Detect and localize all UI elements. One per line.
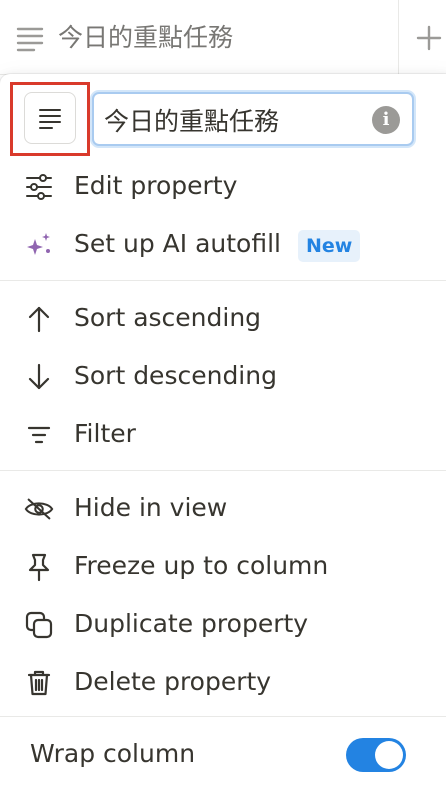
toggle-knob — [375, 741, 403, 769]
menu-divider — [0, 470, 446, 471]
delete-property-item[interactable]: Delete property — [0, 654, 446, 710]
column-separator — [398, 0, 399, 74]
menu-divider — [0, 716, 446, 717]
freeze-column-label: Freeze up to column — [74, 551, 329, 580]
wrap-column-label: Wrap column — [30, 739, 196, 768]
trash-icon — [24, 668, 54, 698]
sort-ascending-label: Sort ascending — [74, 303, 262, 332]
hide-in-view-label: Hide in view — [74, 493, 228, 522]
sort-descending-label: Sort descending — [74, 361, 277, 390]
ai-autofill-label: Set up AI autofill — [74, 229, 281, 258]
arrow-up-icon — [24, 304, 54, 334]
edit-property-label: Edit property — [74, 171, 238, 200]
hide-in-view-item[interactable]: Hide in view — [0, 480, 446, 536]
duplicate-property-label: Duplicate property — [74, 609, 309, 638]
filter-icon — [24, 420, 54, 450]
wrap-column-row[interactable]: Wrap column — [0, 726, 446, 786]
column-header[interactable]: 今日的重點任務 — [0, 0, 446, 75]
property-name-field[interactable]: i — [92, 92, 414, 146]
sliders-icon — [24, 172, 54, 202]
sort-ascending-item[interactable]: Sort ascending — [0, 290, 446, 346]
new-badge: New — [298, 230, 361, 262]
pin-icon — [24, 552, 54, 582]
arrow-down-icon — [24, 362, 54, 392]
text-lines-icon — [16, 26, 44, 52]
duplicate-icon — [24, 610, 54, 640]
duplicate-property-item[interactable]: Duplicate property — [0, 596, 446, 652]
info-icon[interactable]: i — [372, 106, 400, 134]
freeze-column-item[interactable]: Freeze up to column — [0, 538, 446, 594]
filter-item[interactable]: Filter — [0, 406, 446, 462]
add-column-button[interactable] — [412, 20, 446, 56]
property-name-row: i — [0, 74, 446, 160]
eye-off-icon — [24, 494, 54, 524]
filter-label: Filter — [74, 419, 136, 448]
ai-autofill-item[interactable]: Set up AI autofill New — [0, 216, 446, 272]
menu-divider — [0, 280, 446, 281]
sort-descending-item[interactable]: Sort descending — [0, 348, 446, 404]
property-name-input[interactable] — [104, 100, 364, 140]
property-menu: i Edit property — [0, 74, 446, 788]
plus-icon — [416, 25, 442, 51]
column-title: 今日的重點任務 — [58, 23, 234, 52]
wrap-column-toggle[interactable] — [346, 738, 406, 772]
property-type-icon-button[interactable] — [24, 92, 76, 144]
delete-property-label: Delete property — [74, 667, 272, 696]
edit-property-item[interactable]: Edit property — [0, 158, 446, 214]
sparkles-icon — [24, 230, 54, 260]
text-lines-icon — [37, 107, 63, 129]
screen: 今日的重點任務 今日的重點任務 i Edit property Set up A… — [0, 0, 446, 788]
